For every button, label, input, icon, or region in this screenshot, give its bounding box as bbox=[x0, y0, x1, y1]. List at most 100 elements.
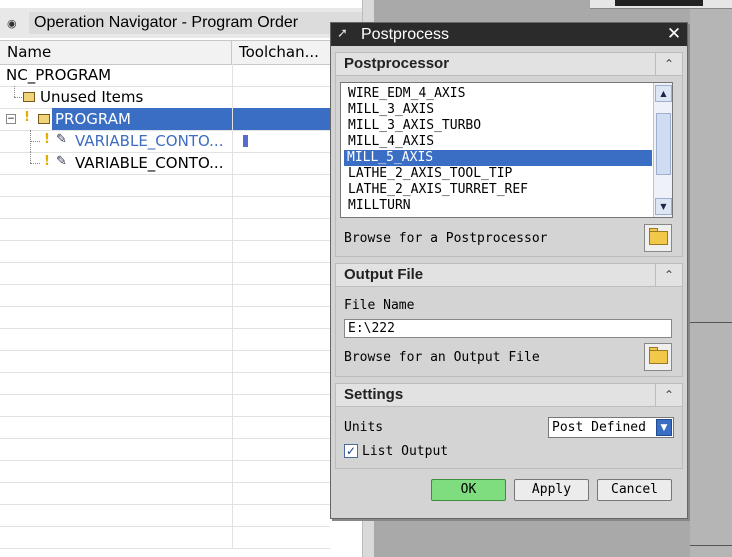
bulb-icon: ! bbox=[24, 110, 30, 125]
folder-icon bbox=[38, 114, 50, 124]
folder-icon bbox=[649, 231, 668, 245]
empty-row bbox=[0, 372, 330, 395]
ok-button[interactable]: OK bbox=[431, 479, 506, 501]
postprocess-dialog: ➚ Postprocess ✕ Postprocessor ⌃ WIRE_EDM… bbox=[330, 22, 688, 519]
scroll-up-icon[interactable]: ▲ bbox=[655, 85, 672, 102]
tree-cell-toolchange bbox=[232, 174, 331, 196]
collapse-icon[interactable]: ⌃ bbox=[655, 384, 682, 406]
column-header-name[interactable]: Name bbox=[0, 41, 232, 64]
divider bbox=[690, 322, 732, 323]
browse-postprocessor-button[interactable] bbox=[644, 224, 672, 252]
scrollbar-thumb[interactable] bbox=[656, 113, 671, 175]
empty-row bbox=[0, 218, 330, 241]
folder-icon bbox=[649, 350, 668, 364]
bulb-icon: ! bbox=[44, 132, 50, 147]
navigator-column-header: Name Toolchan... bbox=[0, 40, 362, 65]
tree-line bbox=[30, 152, 31, 163]
list-item[interactable]: MILLTURN bbox=[345, 198, 653, 214]
tree-cell-toolchange bbox=[232, 482, 331, 504]
tree-line bbox=[14, 86, 15, 97]
empty-row bbox=[0, 174, 330, 197]
units-label: Units bbox=[344, 420, 384, 435]
postprocessor-list[interactable]: WIRE_EDM_4_AXIS MILL_3_AXIS MILL_3_AXIS_… bbox=[340, 82, 673, 218]
empty-row bbox=[0, 526, 330, 549]
list-output-label: List Output bbox=[362, 444, 449, 459]
tree-cell-toolchange bbox=[232, 438, 331, 460]
operation-icon: ✎ bbox=[56, 154, 67, 169]
tree-cell-toolchange bbox=[232, 64, 331, 86]
file-name-label: File Name bbox=[344, 298, 415, 313]
apply-button[interactable]: Apply bbox=[514, 479, 589, 501]
empty-row bbox=[0, 328, 330, 351]
tree-cell-toolchange bbox=[232, 306, 331, 328]
list-item[interactable]: WIRE_EDM_4_AXIS bbox=[345, 86, 653, 102]
list-item[interactable]: LATHE_2_AXIS_TURRET_REF bbox=[345, 182, 653, 198]
checkmark-icon: ✓ bbox=[345, 444, 357, 458]
operation-navigator: ◉ Operation Navigator - Program Order Na… bbox=[0, 0, 362, 557]
operation-icon: ✎ bbox=[56, 132, 67, 147]
scroll-down-icon[interactable]: ▼ bbox=[655, 198, 672, 215]
tree-row-label: NC_PROGRAM bbox=[6, 66, 112, 84]
list-item[interactable]: MILL_3_AXIS_TURBO bbox=[345, 118, 653, 134]
list-item-selected[interactable]: MILL_5_AXIS bbox=[344, 150, 652, 166]
dialog-titlebar[interactable]: ➚ Postprocess ✕ bbox=[331, 23, 687, 46]
tree-cell-toolchange bbox=[232, 240, 331, 262]
empty-row bbox=[0, 306, 330, 329]
tree-cell-toolchange bbox=[232, 196, 331, 218]
cancel-button[interactable]: Cancel bbox=[597, 479, 672, 501]
tree-cell-toolchange bbox=[232, 108, 331, 130]
tree-cell-toolchange bbox=[232, 460, 331, 482]
list-item[interactable]: LATHE_2_AXIS_TOOL_TIP bbox=[345, 166, 653, 182]
collapse-icon[interactable]: ⌃ bbox=[655, 53, 682, 75]
list-item[interactable]: MILL_4_AXIS bbox=[345, 134, 653, 150]
settings-section-header[interactable]: Settings ⌃ bbox=[335, 383, 683, 407]
output-file-section-header[interactable]: Output File ⌃ bbox=[335, 263, 683, 287]
empty-row bbox=[0, 240, 330, 263]
tree-cell-toolchange bbox=[232, 416, 331, 438]
empty-row bbox=[0, 460, 330, 483]
browse-output-file-button[interactable] bbox=[644, 343, 672, 371]
tree-row-label: VARIABLE_CONTO... bbox=[75, 132, 224, 150]
tree-row-nc-program[interactable]: NC_PROGRAM bbox=[0, 64, 330, 87]
section-title: Postprocessor bbox=[344, 55, 450, 72]
close-icon[interactable]: ✕ bbox=[665, 25, 683, 43]
tree-line bbox=[30, 141, 40, 142]
tree-row-unused-items[interactable]: Unused Items bbox=[0, 86, 330, 109]
file-name-input[interactable]: E:\222 bbox=[344, 319, 672, 338]
empty-row bbox=[0, 196, 330, 219]
tree-line bbox=[30, 163, 40, 164]
navigator-title: Operation Navigator - Program Order bbox=[29, 12, 362, 34]
tree-cell-toolchange bbox=[232, 504, 331, 526]
tree-cell-toolchange bbox=[232, 86, 331, 108]
postprocessor-section-header[interactable]: Postprocessor ⌃ bbox=[335, 52, 683, 76]
units-dropdown[interactable]: Post Defined ▼ bbox=[548, 417, 674, 438]
tree-cell-toolchange bbox=[232, 350, 331, 372]
tree-row-label: PROGRAM bbox=[55, 110, 131, 128]
collapse-tree-icon[interactable]: − bbox=[6, 114, 16, 124]
tree-cell-toolchange bbox=[232, 218, 331, 240]
pin-icon[interactable]: ◉ bbox=[7, 17, 17, 30]
empty-row bbox=[0, 394, 330, 417]
tree-line bbox=[14, 97, 22, 98]
list-item[interactable]: MILL_3_AXIS bbox=[345, 102, 653, 118]
toolbar-dark-bar bbox=[615, 0, 703, 6]
tree-row-operation[interactable]: ! ✎ VARIABLE_CONTO... bbox=[0, 130, 330, 153]
tree-cell-toolchange bbox=[232, 152, 331, 174]
dropdown-arrow-icon[interactable]: ▼ bbox=[656, 419, 672, 436]
tree-cell-toolchange bbox=[232, 284, 331, 306]
tree-cell-toolchange bbox=[232, 328, 331, 350]
list-output-checkbox[interactable]: ✓ bbox=[344, 444, 358, 458]
tree-row-operation[interactable]: ! ✎ VARIABLE_CONTO... bbox=[0, 152, 330, 175]
collapse-icon[interactable]: ⌃ bbox=[655, 264, 682, 286]
postprocess-icon: ➚ bbox=[337, 26, 348, 41]
section-title: Output File bbox=[344, 266, 424, 283]
tree-cell-toolchange bbox=[232, 526, 331, 548]
tree-row-label: Unused Items bbox=[40, 88, 144, 106]
tree-row-program[interactable]: − ! PROGRAM bbox=[0, 108, 330, 131]
tree-cell-toolchange bbox=[232, 130, 331, 152]
empty-row bbox=[0, 416, 330, 439]
tree-cell-toolchange bbox=[232, 372, 331, 394]
list-scrollbar[interactable]: ▲ ▼ bbox=[653, 83, 672, 217]
browse-postprocessor-label: Browse for a Postprocessor bbox=[344, 231, 548, 246]
units-value: Post Defined bbox=[552, 420, 646, 435]
